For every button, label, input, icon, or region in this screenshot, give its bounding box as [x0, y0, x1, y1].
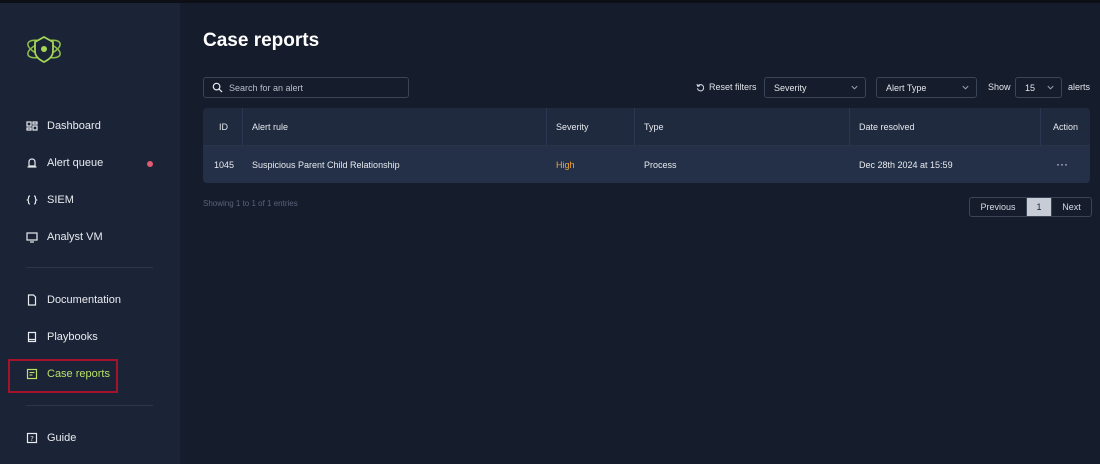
sidebar-item-label: Guide — [47, 432, 77, 444]
cell-id: 1045 — [214, 159, 235, 170]
sidebar-item-siem[interactable]: SIEM — [26, 190, 74, 210]
sidebar-item-label: Alert queue — [47, 157, 104, 169]
more-actions-icon[interactable]: ··· — [1056, 157, 1068, 171]
search-input[interactable] — [229, 82, 399, 93]
dashboard-icon — [26, 120, 38, 132]
cell-severity: High — [556, 159, 575, 170]
chevron-down-icon — [851, 85, 858, 90]
cell-date-resolved: Dec 28th 2024 at 15:59 — [859, 159, 953, 170]
notification-dot — [147, 161, 153, 167]
header-action: Action — [1053, 121, 1079, 132]
column-separator — [1040, 108, 1041, 146]
logo-icon[interactable] — [24, 31, 64, 67]
page-1-button[interactable]: 1 — [1027, 198, 1051, 216]
column-separator — [634, 108, 635, 146]
alert-type-select-value: Alert Type — [886, 82, 927, 93]
page-size-select[interactable]: 15 — [1015, 77, 1062, 98]
entries-info: Showing 1 to 1 of 1 entries — [203, 199, 298, 208]
chevron-down-icon — [1047, 85, 1054, 90]
table-header: ID Alert rule Severity Type Date resolve… — [203, 108, 1090, 146]
highlight-box — [8, 359, 118, 393]
header-alert-rule[interactable]: Alert rule — [252, 108, 288, 145]
sidebar-item-alert-queue[interactable]: Alert queue — [26, 153, 103, 173]
chevron-down-icon — [962, 85, 969, 90]
sidebar-item-analyst-vm[interactable]: Analyst VM — [26, 227, 103, 247]
pagination: Previous 1 Next — [969, 197, 1092, 217]
alert-type-select[interactable]: Alert Type — [876, 77, 977, 98]
sidebar-item-playbooks[interactable]: Playbooks — [26, 327, 98, 347]
sidebar-divider — [26, 267, 153, 268]
sidebar-item-label: Documentation — [47, 294, 121, 306]
cell-type: Process — [644, 159, 677, 170]
sidebar-item-label: SIEM — [47, 194, 74, 206]
sidebar-item-label: Playbooks — [47, 331, 98, 343]
case-reports-table: ID Alert rule Severity Type Date resolve… — [203, 108, 1090, 183]
cell-alert-rule: Suspicious Parent Child Relationship — [252, 159, 400, 170]
sidebar-divider — [26, 405, 153, 406]
header-type[interactable]: Type — [644, 108, 664, 145]
header-date-resolved[interactable]: Date resolved — [859, 108, 915, 145]
help-icon: ? — [26, 432, 38, 444]
siem-icon — [26, 194, 38, 206]
severity-select[interactable]: Severity — [764, 77, 866, 98]
sidebar-item-documentation[interactable]: Documentation — [26, 290, 121, 310]
page-title: Case reports — [203, 30, 320, 51]
alert-queue-icon — [26, 157, 38, 169]
severity-select-value: Severity — [774, 82, 807, 93]
search-box[interactable] — [203, 77, 409, 98]
alerts-label: alerts — [1068, 82, 1091, 92]
show-label: Show — [988, 82, 1011, 92]
search-icon — [212, 82, 223, 93]
document-icon — [26, 294, 38, 306]
sidebar-item-guide[interactable]: ? Guide — [26, 428, 76, 448]
column-separator — [242, 108, 243, 146]
next-button[interactable]: Next — [1051, 198, 1091, 216]
sidebar-item-label: Analyst VM — [47, 231, 103, 243]
column-separator — [849, 108, 850, 146]
sidebar: Dashboard Alert queue SIEM Analyst VM Do… — [0, 3, 180, 464]
header-severity[interactable]: Severity — [556, 108, 589, 145]
svg-text:?: ? — [30, 435, 34, 443]
reset-filters-button[interactable]: Reset filters — [696, 82, 757, 92]
sidebar-item-dashboard[interactable]: Dashboard — [26, 116, 101, 136]
header-id[interactable]: ID — [219, 108, 228, 145]
previous-button[interactable]: Previous — [970, 198, 1027, 216]
sidebar-item-label: Dashboard — [47, 120, 101, 132]
monitor-icon — [26, 231, 38, 243]
page-size-value: 15 — [1025, 82, 1036, 93]
reset-icon — [696, 83, 705, 91]
table-row[interactable]: 1045 Suspicious Parent Child Relationshi… — [203, 146, 1090, 183]
main-content: Case reports Reset filters Severity Aler… — [180, 3, 1100, 464]
book-icon — [26, 331, 38, 343]
column-separator — [546, 108, 547, 146]
reset-filters-label: Reset filters — [709, 82, 757, 92]
